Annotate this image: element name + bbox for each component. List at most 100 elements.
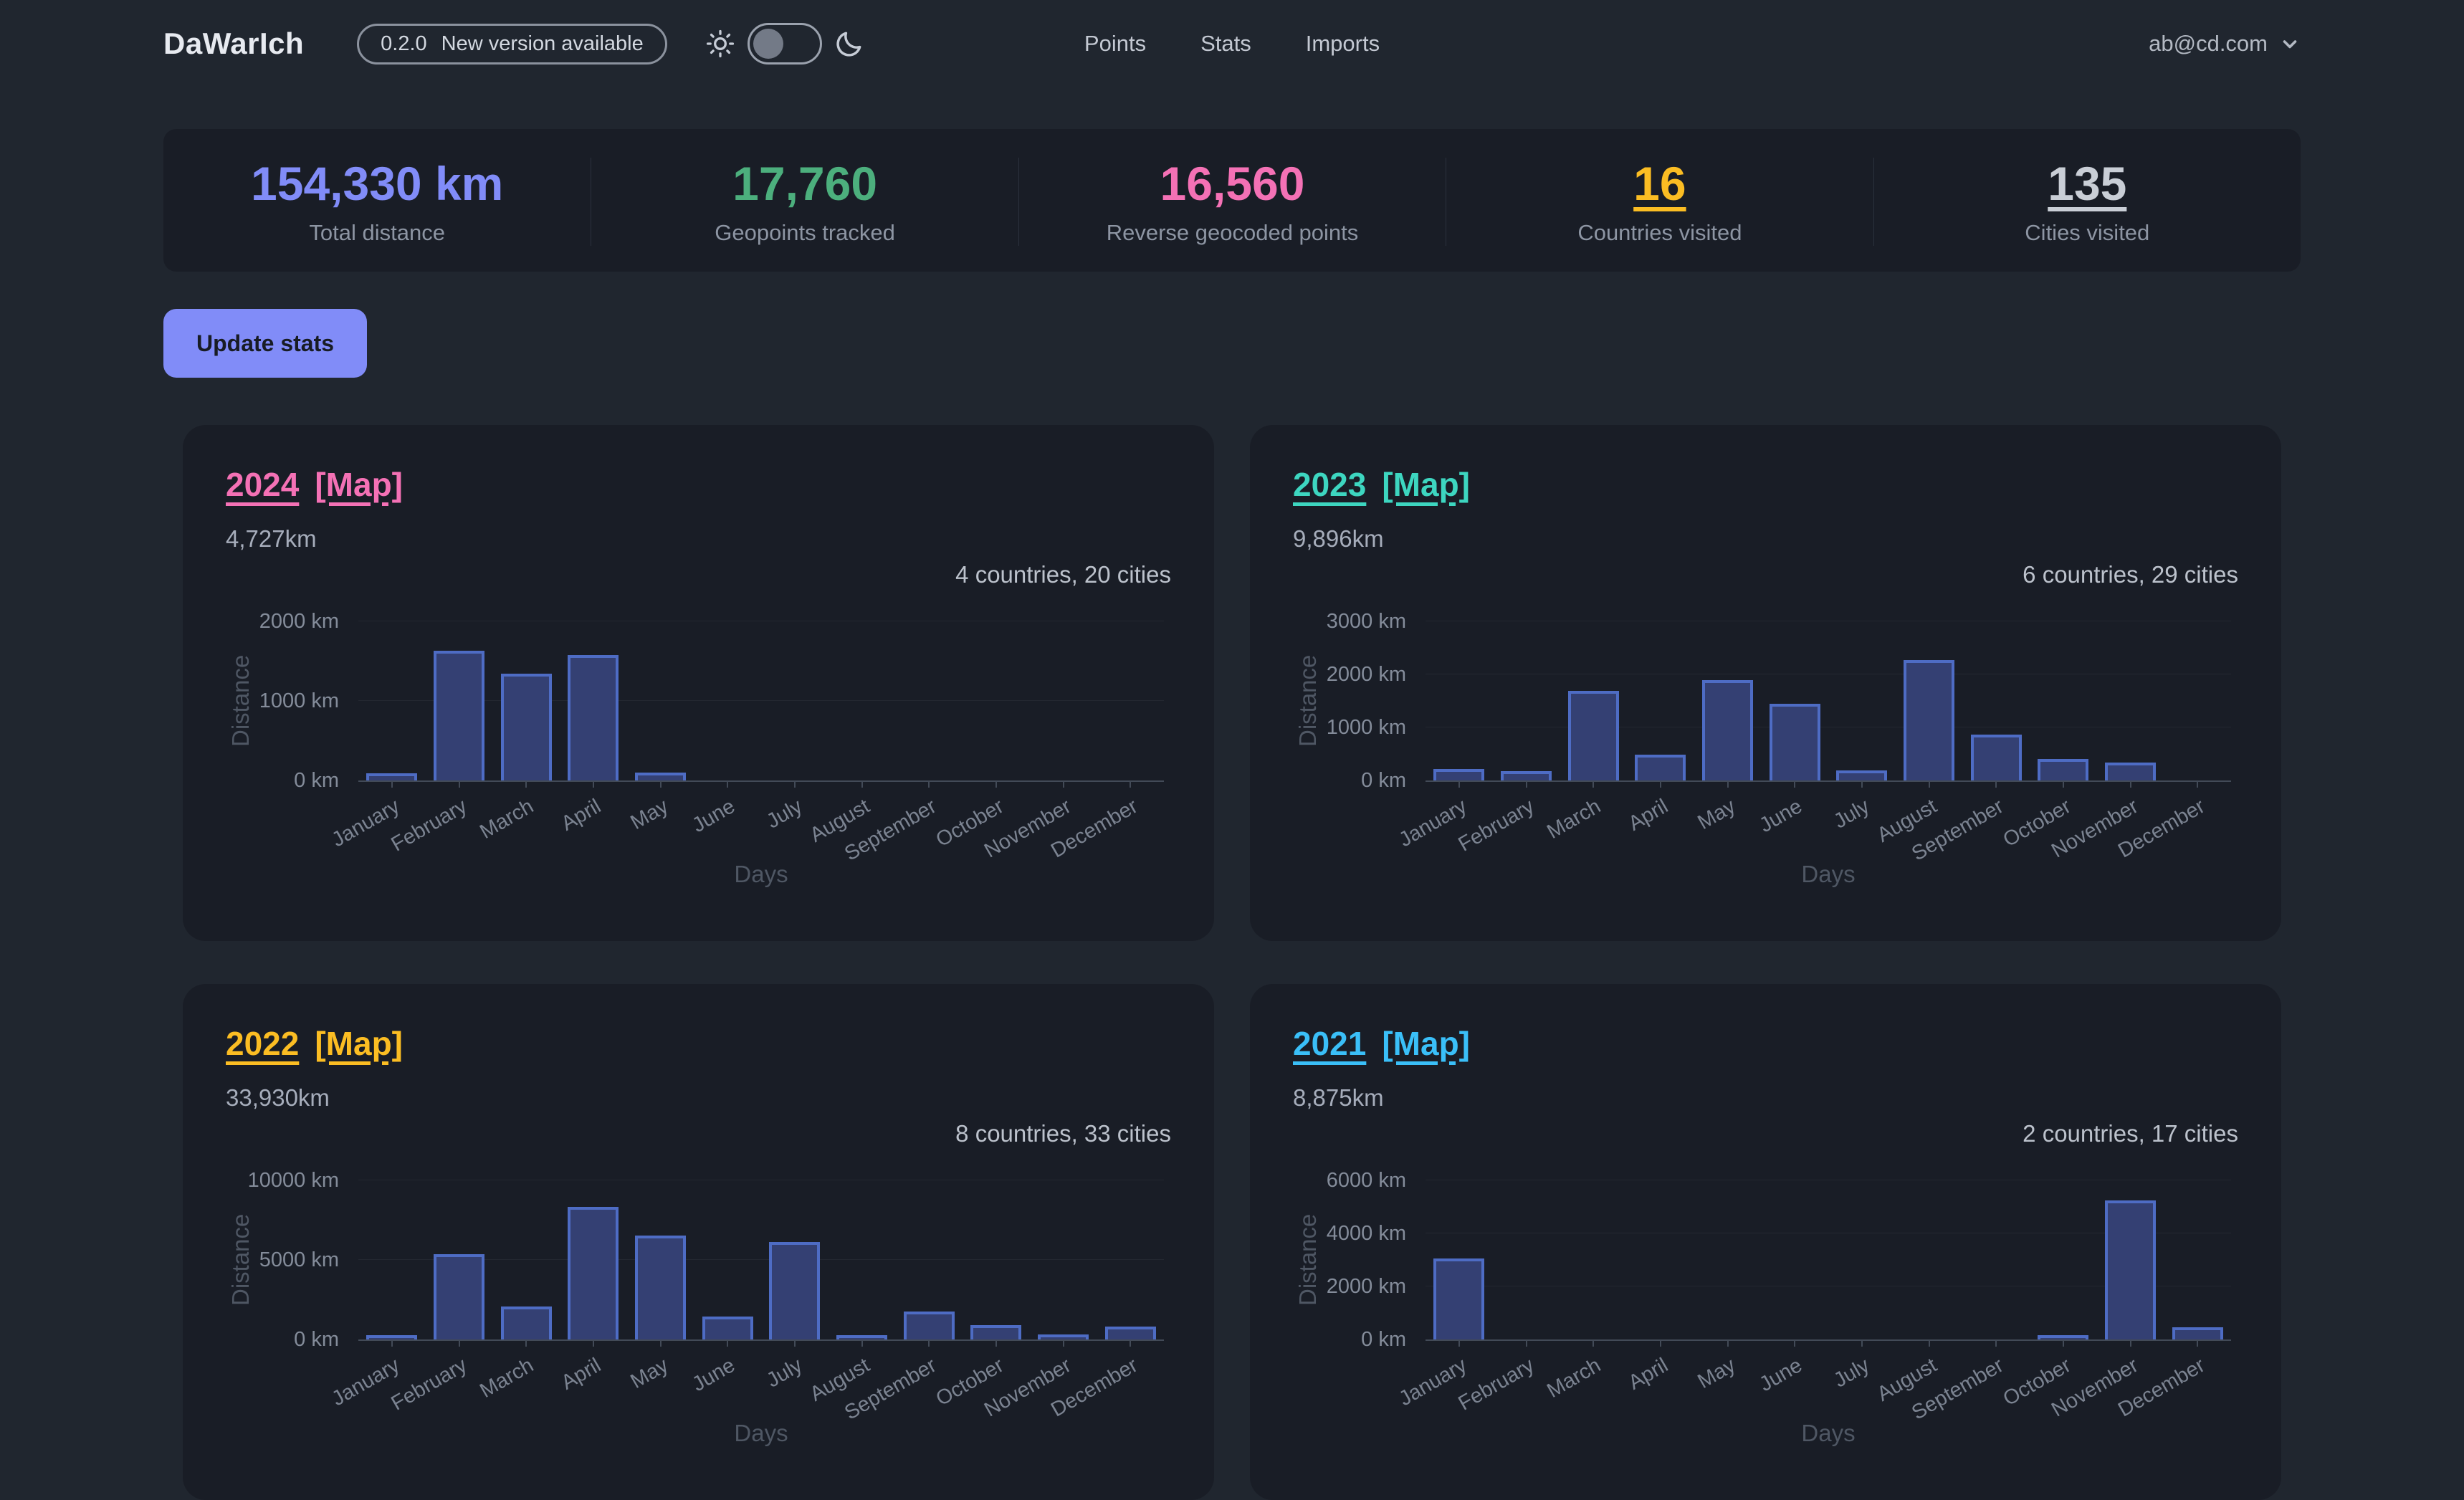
x-axis-ticks: JanuaryFebruaryMarchAprilMayJuneJulyAugu… xyxy=(358,789,1164,866)
bar xyxy=(434,651,484,780)
bar xyxy=(635,1236,686,1339)
bar-slot xyxy=(1030,621,1097,780)
card-title: 2021 [Map] xyxy=(1293,1024,2238,1063)
stats-panel: 154,330 km Total distance 17,760 Geopoin… xyxy=(163,129,2301,272)
bar xyxy=(2172,1327,2223,1339)
bar-slot xyxy=(761,621,829,780)
bar-slot xyxy=(1627,621,1694,780)
cities-visited-link[interactable]: 135 xyxy=(1874,158,2301,210)
stat-geopoints: 17,760 Geopoints tracked xyxy=(591,158,1018,246)
y-tick-label: 2000 km xyxy=(1293,664,1406,685)
x-tick-label: March xyxy=(476,795,538,844)
y-tick-label: 0 km xyxy=(226,1329,339,1350)
bar-slot xyxy=(2097,621,2164,780)
countries-visited-link[interactable]: 16 xyxy=(1446,158,1873,210)
x-tick-mark xyxy=(660,1341,662,1347)
bars xyxy=(358,1180,1164,1339)
y-tick-label: 3000 km xyxy=(1293,611,1406,632)
x-axis-title: Days xyxy=(358,1420,1164,1447)
x-tick-label: February xyxy=(387,795,471,857)
card-title: 2023 [Map] xyxy=(1293,465,2238,504)
x-axis-title: Days xyxy=(358,861,1164,888)
bar-slot xyxy=(1962,1180,2030,1339)
year-link-2022[interactable]: 2022 xyxy=(226,1024,299,1063)
x-tick-label: March xyxy=(476,1354,538,1403)
bar-slot xyxy=(2164,621,2231,780)
stat-countries-visited: 16 Countries visited xyxy=(1446,158,1873,246)
bar-slot xyxy=(1896,1180,1963,1339)
distance-bar-chart-2022: Distance 0 km5000 km10000 km JanuaryFebr… xyxy=(226,1172,1171,1453)
x-tick-mark xyxy=(1861,782,1863,788)
x-tick-label: July xyxy=(763,795,806,833)
bar-slot xyxy=(2030,1180,2097,1339)
nav-link-stats[interactable]: Stats xyxy=(1200,31,1251,57)
x-tick-mark xyxy=(459,782,460,788)
x-axis-ticks: JanuaryFebruaryMarchAprilMayJuneJulyAugu… xyxy=(358,1348,1164,1425)
update-stats-button[interactable]: Update stats xyxy=(163,309,367,378)
map-link-2023[interactable]: [Map] xyxy=(1382,465,1470,504)
map-link-2022[interactable]: [Map] xyxy=(315,1024,403,1063)
x-tick-mark xyxy=(2130,782,2131,788)
y-tick-label: 4000 km xyxy=(1293,1223,1406,1244)
bar-slot xyxy=(426,621,493,780)
y-tick-label: 0 km xyxy=(226,770,339,791)
x-tick-mark xyxy=(861,1341,863,1347)
bar-slot xyxy=(1030,1180,1097,1339)
bar xyxy=(1635,755,1686,780)
map-link-2021[interactable]: [Map] xyxy=(1382,1024,1470,1063)
x-tick-label: April xyxy=(1625,1354,1673,1395)
year-link-2021[interactable]: 2021 xyxy=(1293,1024,1366,1063)
bar xyxy=(1770,704,1820,780)
y-axis-ticks: 0 km5000 km10000 km xyxy=(226,1180,339,1339)
version-badge[interactable]: 0.2.0 New version available xyxy=(357,24,667,65)
bar-slot xyxy=(560,621,627,780)
app-logo: DaWarIch xyxy=(163,27,304,61)
year-total-distance: 8,875km xyxy=(1293,1084,2238,1112)
card-title: 2022 [Map] xyxy=(226,1024,1171,1063)
bar-slot xyxy=(1426,1180,1493,1339)
x-tick-mark xyxy=(1929,1341,1930,1347)
x-axis-title: Days xyxy=(1426,1420,2231,1447)
map-link-2024[interactable]: [Map] xyxy=(315,465,403,504)
chevron-down-icon xyxy=(2279,33,2301,54)
bar-slot xyxy=(761,1180,829,1339)
x-tick-mark xyxy=(1995,782,1997,788)
bar xyxy=(1038,1334,1089,1339)
x-tick-mark xyxy=(1526,782,1527,788)
year-card-2022: 2022 [Map] 33,930km 8 countries, 33 citi… xyxy=(183,984,1214,1500)
x-tick-mark xyxy=(794,1341,796,1347)
bar-slot xyxy=(2097,1180,2164,1339)
stat-value: 154,330 km xyxy=(163,158,591,210)
x-tick-mark xyxy=(995,1341,997,1347)
bar-slot xyxy=(895,1180,963,1339)
x-tick-mark xyxy=(727,782,728,788)
bar xyxy=(769,1242,820,1339)
x-tick-mark xyxy=(1592,782,1594,788)
nav-link-points[interactable]: Points xyxy=(1084,31,1146,57)
nav-link-imports[interactable]: Imports xyxy=(1306,31,1380,57)
x-tick-mark xyxy=(794,782,796,788)
year-summary: 2 countries, 17 cities xyxy=(1293,1120,2238,1147)
year-link-2023[interactable]: 2023 xyxy=(1293,465,1366,504)
bar xyxy=(2038,1335,2088,1339)
year-summary: 6 countries, 29 cities xyxy=(1293,561,2238,588)
card-title: 2024 [Map] xyxy=(226,465,1171,504)
user-menu[interactable]: ab@cd.com xyxy=(2149,31,2301,57)
bar xyxy=(1433,1258,1484,1339)
x-tick-mark xyxy=(1861,1341,1863,1347)
x-tick-mark xyxy=(1130,782,1131,788)
y-tick-label: 2000 km xyxy=(1293,1276,1406,1297)
x-axis-ticks: JanuaryFebruaryMarchAprilMayJuneJulyAugu… xyxy=(1426,1348,2231,1425)
x-tick-label: June xyxy=(1756,1354,1807,1397)
x-tick-mark xyxy=(1592,1341,1594,1347)
bar-slot xyxy=(1962,621,2030,780)
x-tick-mark xyxy=(861,782,863,788)
x-tick-label: May xyxy=(626,795,672,835)
theme-toggle[interactable] xyxy=(748,23,822,65)
bar xyxy=(836,1335,887,1339)
x-tick-mark xyxy=(1063,1341,1064,1347)
year-link-2024[interactable]: 2024 xyxy=(226,465,299,504)
y-tick-label: 0 km xyxy=(1293,770,1406,791)
x-tick-mark xyxy=(1794,782,1795,788)
bar-slot xyxy=(1761,621,1828,780)
